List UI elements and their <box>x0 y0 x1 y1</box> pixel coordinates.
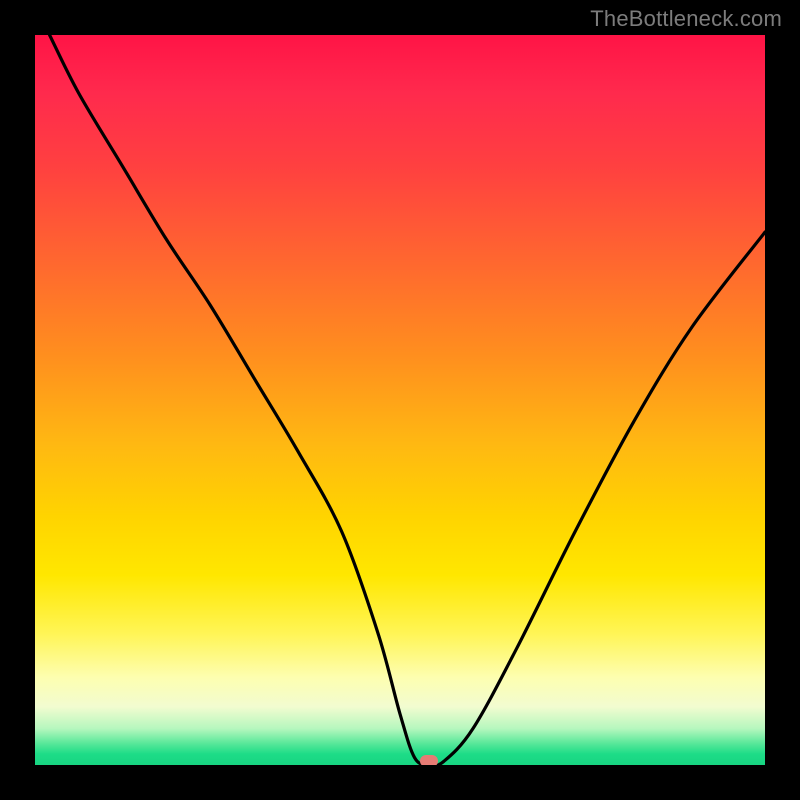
plot-area <box>35 35 765 765</box>
bottleneck-curve <box>35 35 765 765</box>
optimum-marker <box>420 755 438 765</box>
chart-frame: TheBottleneck.com <box>0 0 800 800</box>
watermark-text: TheBottleneck.com <box>590 6 782 32</box>
